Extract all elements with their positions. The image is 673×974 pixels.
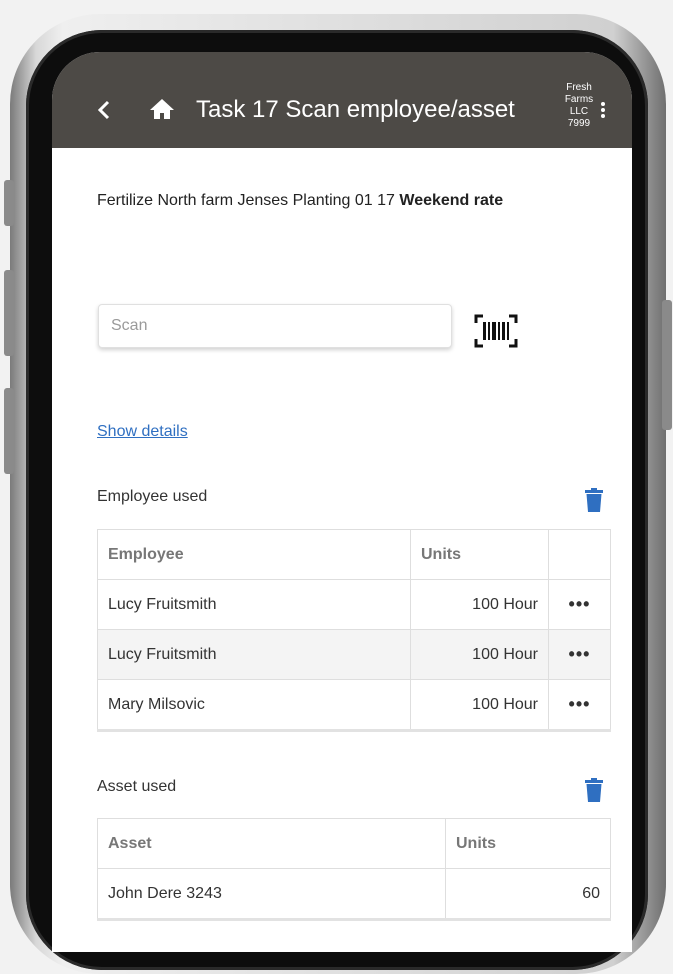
column-header-units[interactable]: Units — [410, 529, 549, 580]
table-row[interactable]: Mary Milsovic 100 Hour ••• — [97, 679, 611, 731]
employee-name: Lucy Fruitsmith — [97, 629, 411, 680]
column-header-asset[interactable]: Asset — [97, 818, 446, 869]
company-badge: Fresh Farms LLC 7999 — [564, 82, 594, 129]
more-vertical-icon[interactable] — [600, 102, 606, 120]
rate-label: Weekend rate — [399, 192, 504, 209]
table-row[interactable]: Lucy Fruitsmith 100 Hour ••• — [97, 579, 611, 630]
table-row[interactable]: Lucy Fruitsmith 100 Hour ••• — [97, 629, 611, 680]
home-icon[interactable] — [149, 98, 175, 120]
asset-name: John Dere 3243 — [97, 868, 446, 920]
asset-units: 60 — [445, 868, 611, 920]
employee-name: Lucy Fruitsmith — [97, 579, 411, 630]
employee-section-label: Employee used — [97, 488, 208, 505]
employee-table-header: Employee Units — [97, 529, 611, 580]
asset-section-label: Asset used — [97, 778, 177, 795]
employee-units: 100 Hour — [410, 579, 549, 630]
trash-icon[interactable] — [585, 778, 603, 802]
asset-table-header: Asset Units — [97, 818, 611, 869]
trash-icon[interactable] — [585, 488, 603, 512]
employee-units: 100 Hour — [410, 679, 549, 731]
barcode-scan-icon[interactable] — [474, 314, 518, 348]
task-description: Fertilize North farm Jenses Planting 01 … — [97, 192, 504, 209]
page-title: Task 17 Scan employee/asset — [196, 96, 515, 123]
table-row[interactable]: John Dere 3243 60 — [97, 868, 611, 920]
app-bar: Task 17 Scan employee/asset Fresh Farms … — [52, 52, 632, 148]
phone-volume-up-button — [4, 270, 14, 356]
show-details-link[interactable]: Show details — [97, 423, 188, 441]
column-header-actions — [548, 529, 611, 580]
row-more-icon[interactable]: ••• — [548, 679, 611, 731]
phone-power-button — [662, 300, 672, 430]
chevron-left-icon[interactable] — [97, 100, 111, 121]
column-header-employee[interactable]: Employee — [97, 529, 411, 580]
app-screen: Task 17 Scan employee/asset Fresh Farms … — [52, 52, 632, 952]
column-header-units[interactable]: Units — [445, 818, 611, 869]
phone-volume-down-button — [4, 388, 14, 474]
employee-name: Mary Milsovic — [97, 679, 411, 731]
scan-input[interactable] — [98, 304, 452, 348]
asset-table: Asset Units John Dere 3243 60 — [97, 818, 611, 921]
employee-table: Employee Units Lucy Fruitsmith 100 Hour … — [97, 529, 611, 732]
phone-side-button — [4, 180, 14, 226]
employee-units: 100 Hour — [410, 629, 549, 680]
row-more-icon[interactable]: ••• — [548, 579, 611, 630]
row-more-icon[interactable]: ••• — [548, 629, 611, 680]
